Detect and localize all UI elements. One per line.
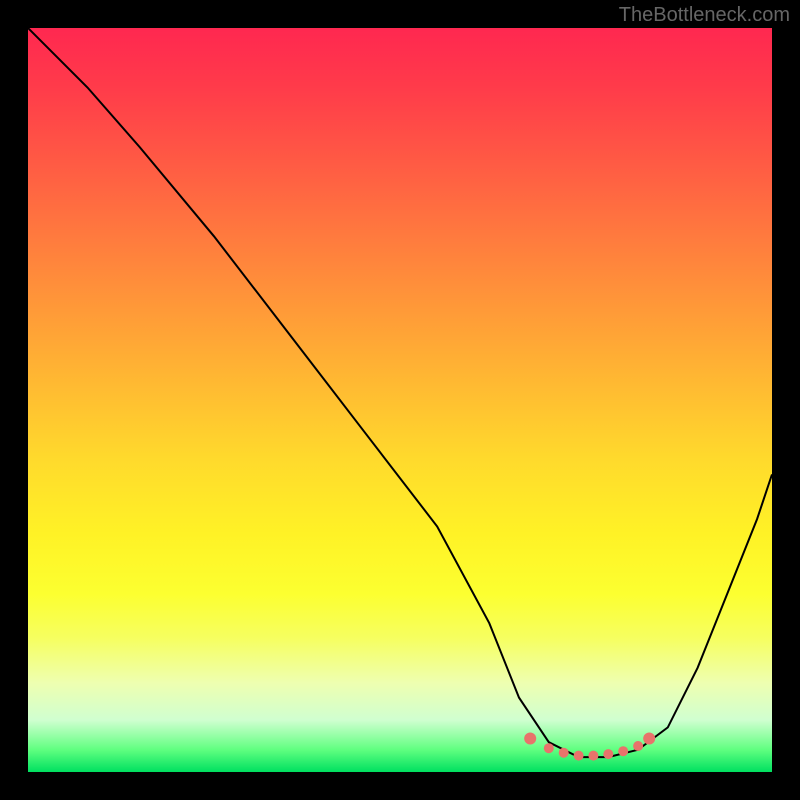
- optimal-marker: [618, 746, 628, 756]
- optimal-marker: [524, 733, 536, 745]
- optimal-marker: [544, 743, 554, 753]
- optimal-zone-markers: [524, 733, 655, 761]
- chart-svg: [28, 28, 772, 772]
- optimal-marker: [603, 749, 613, 759]
- optimal-marker: [588, 751, 598, 761]
- optimal-marker: [643, 733, 655, 745]
- chart-plot-area: [28, 28, 772, 772]
- optimal-marker: [559, 748, 569, 758]
- watermark-text: TheBottleneck.com: [619, 4, 790, 27]
- optimal-marker: [633, 741, 643, 751]
- optimal-marker: [574, 751, 584, 761]
- bottleneck-curve: [28, 28, 772, 757]
